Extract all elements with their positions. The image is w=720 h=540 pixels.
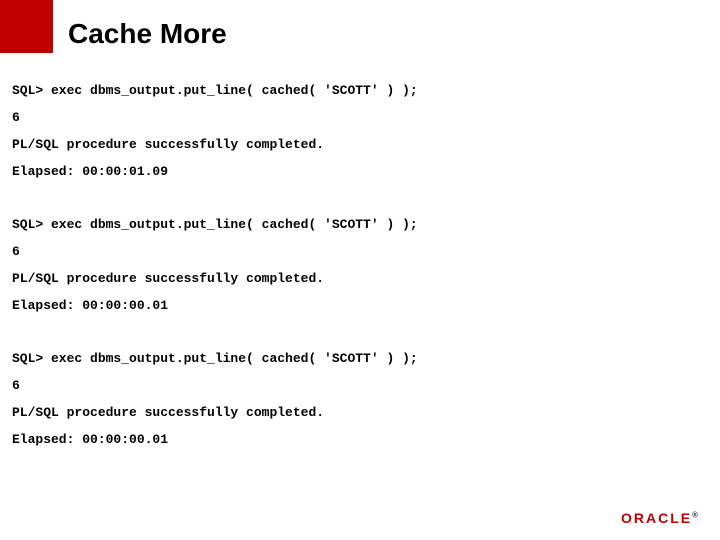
oracle-logo: ORACLE® <box>621 510 700 526</box>
logo-text: ORACLE <box>621 510 692 526</box>
code-line: SQL> exec dbms_output.put_line( cached( … <box>12 218 708 231</box>
code-line: 6 <box>12 245 708 258</box>
red-block-decor <box>0 0 53 53</box>
code-line: SQL> exec dbms_output.put_line( cached( … <box>12 84 708 97</box>
code-block-1: SQL> exec dbms_output.put_line( cached( … <box>12 84 708 178</box>
code-line: SQL> exec dbms_output.put_line( cached( … <box>12 352 708 365</box>
code-block-2: SQL> exec dbms_output.put_line( cached( … <box>12 218 708 312</box>
code-line: Elapsed: 00:00:00.01 <box>12 299 708 312</box>
content-area: SQL> exec dbms_output.put_line( cached( … <box>12 84 708 486</box>
code-line: PL/SQL procedure successfully completed. <box>12 406 708 419</box>
slide-title: Cache More <box>68 18 227 50</box>
code-block-3: SQL> exec dbms_output.put_line( cached( … <box>12 352 708 446</box>
code-line: Elapsed: 00:00:00.01 <box>12 433 708 446</box>
code-line: 6 <box>12 379 708 392</box>
code-line: 6 <box>12 111 708 124</box>
registered-mark-icon: ® <box>692 510 700 519</box>
slide-root: Cache More SQL> exec dbms_output.put_lin… <box>0 0 720 540</box>
code-line: Elapsed: 00:00:01.09 <box>12 165 708 178</box>
code-line: PL/SQL procedure successfully completed. <box>12 272 708 285</box>
code-line: PL/SQL procedure successfully completed. <box>12 138 708 151</box>
